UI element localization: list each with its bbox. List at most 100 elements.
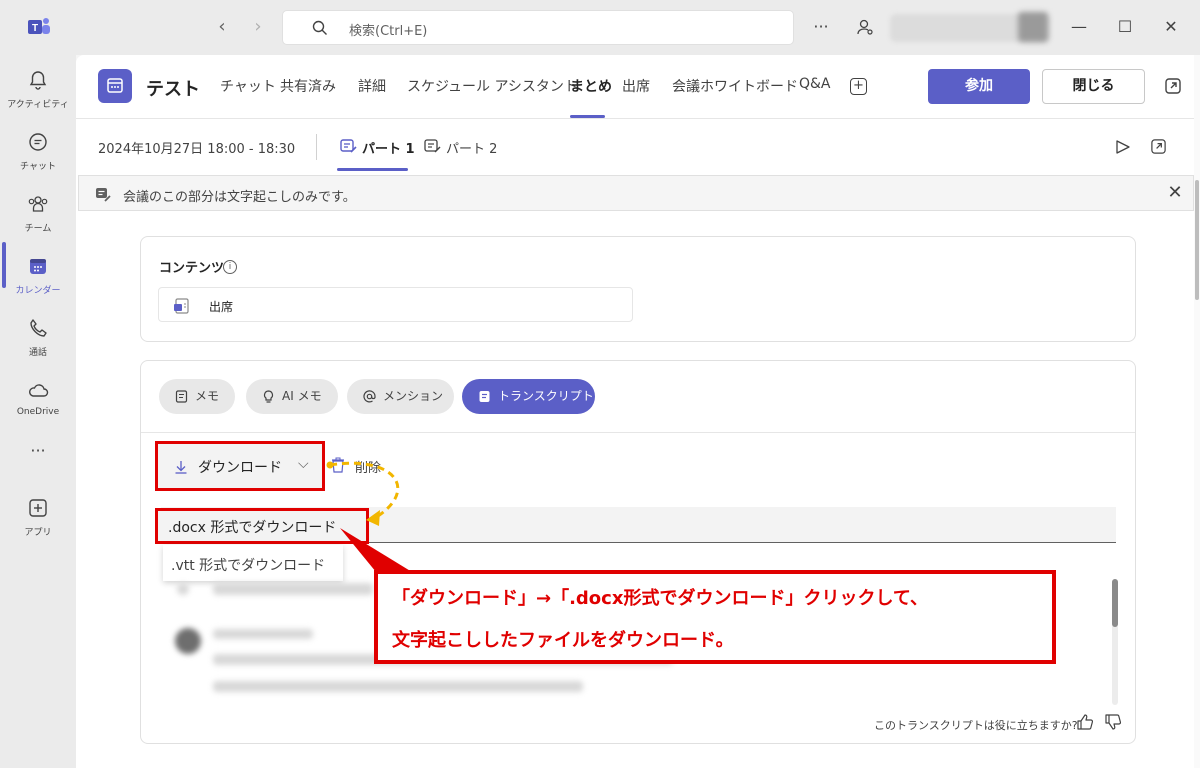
rail-item-label: アクティビティ: [7, 100, 69, 110]
rail-item-apps[interactable]: アプリ: [0, 489, 76, 549]
banner-text: 会議のこの部分は文字起こしのみです。: [123, 190, 356, 205]
chevron-down-icon: ⌵: [298, 456, 309, 472]
meeting-calendar-icon: [98, 69, 132, 103]
forward-arrow-icon[interactable]: ›: [246, 14, 270, 40]
info-icon[interactable]: i: [223, 260, 237, 274]
teams-icon: [28, 196, 48, 212]
divider: [316, 134, 317, 160]
avatar[interactable]: [1018, 12, 1048, 42]
download-icon: [175, 461, 187, 474]
transcription-only-banner: 会議のこの部分は文字起こしのみです。 ✕: [78, 175, 1194, 211]
contents-heading: コンテンツ: [159, 261, 225, 276]
tab-chat[interactable]: チャット: [220, 76, 276, 96]
rail-item-more[interactable]: ···: [0, 433, 76, 493]
open-external-icon[interactable]: [1150, 138, 1167, 155]
add-tab-button[interactable]: +: [850, 78, 867, 95]
trash-icon: [332, 457, 344, 473]
notes-pill[interactable]: メモ: [159, 379, 235, 414]
pill-label: メンション: [383, 389, 444, 403]
tab-whiteboard[interactable]: 会議ホワイトボード: [672, 76, 798, 96]
close-window-icon[interactable]: ✕: [1156, 12, 1186, 42]
download-label: ダウンロード: [198, 460, 282, 476]
tab-attendance[interactable]: 出席: [622, 76, 650, 96]
tab-scheduling-assistant[interactable]: スケジュール アシスタント: [407, 76, 578, 96]
pill-label: メモ: [195, 389, 220, 403]
more-icon: ···: [30, 441, 46, 460]
rail-item-activity[interactable]: アクティビティ: [0, 61, 76, 121]
blurred-transcript: [177, 583, 189, 595]
tab-shared[interactable]: 共有済み: [280, 76, 336, 96]
search-bar[interactable]: 検索(Ctrl+E): [282, 10, 794, 45]
at-sign-icon: [363, 390, 376, 403]
play-share-icon[interactable]: [1114, 138, 1132, 156]
close-button[interactable]: 閉じる: [1042, 69, 1145, 104]
rail-item-label: アプリ: [24, 528, 52, 538]
part-2-tab[interactable]: パート 2: [424, 138, 497, 157]
add-app-icon: [29, 499, 47, 517]
tab-recap[interactable]: まとめ: [570, 76, 612, 96]
part-1-tab[interactable]: パート 1: [340, 138, 415, 157]
phone-icon: [30, 319, 47, 337]
blurred-transcript: [213, 629, 313, 639]
blurred-avatar: [175, 628, 201, 654]
rail-item-onedrive[interactable]: OneDrive: [0, 371, 76, 431]
rail-item-label: カレンダー: [15, 286, 61, 296]
pill-label: トランスクリプト: [498, 389, 594, 403]
rail-item-label: 通話: [28, 348, 47, 358]
notes-icon: [175, 390, 188, 403]
instruction-callout: 「ダウンロード」→「.docx形式でダウンロード」クリックして、 文字起こしした…: [374, 570, 1056, 664]
page-scrollbar[interactable]: [1194, 55, 1200, 768]
blurred-transcript: [213, 681, 583, 692]
menu-item-label: .vtt 形式でダウンロード: [171, 558, 326, 574]
transcript-icon: [479, 391, 490, 402]
search-icon: [312, 20, 327, 35]
transcript-edit-icon: [340, 139, 357, 153]
back-arrow-icon[interactable]: ‹: [210, 14, 234, 40]
download-vtt-menu-item[interactable]: .vtt 形式でダウンロード: [163, 545, 343, 581]
more-options-icon[interactable]: ···: [808, 14, 834, 40]
transcript-scrollbar-thumb[interactable]: [1112, 579, 1118, 627]
rail-item-teams[interactable]: チーム: [0, 185, 76, 245]
teams-logo-icon: T: [28, 18, 50, 34]
feedback-prompt: このトランスクリプトは役に立ちますか?: [874, 719, 1078, 732]
thumbs-down-icon[interactable]: [1104, 713, 1122, 731]
download-button[interactable]: ダウンロード ⌵: [155, 441, 325, 491]
tab-details[interactable]: 詳細: [358, 76, 386, 96]
meeting-subheader: 2024年10月27日 18:00 - 18:30 パート 1 パート 2: [76, 120, 1194, 174]
rail-item-label: チャット: [20, 162, 56, 172]
minimize-icon[interactable]: —: [1064, 12, 1094, 42]
attendance-label: 出席: [209, 300, 234, 314]
maximize-icon[interactable]: ☐: [1110, 12, 1140, 42]
menu-item-label: .docx 形式でダウンロード: [168, 520, 337, 536]
thumbs-up-icon[interactable]: [1076, 713, 1094, 731]
tab-active-indicator: [570, 115, 605, 118]
transcript-edit-icon: [424, 139, 441, 153]
people-settings-icon[interactable]: [852, 14, 878, 40]
rail-item-calendar[interactable]: カレンダー: [0, 247, 76, 307]
chat-icon: [29, 133, 47, 151]
rail-item-chat[interactable]: チャット: [0, 123, 76, 183]
recap-card: メモ AI メモ メンション トランスクリプト ダウンロード ⌵ 削除 .doc…: [140, 360, 1136, 744]
meeting-title: テスト: [146, 79, 200, 100]
calendar-icon: [30, 259, 46, 274]
cloud-icon: [29, 384, 49, 397]
rail-item-calls[interactable]: 通話: [0, 309, 76, 369]
join-button[interactable]: 参加: [928, 69, 1030, 104]
bell-icon: [29, 71, 47, 90]
tab-qa[interactable]: Q&A: [799, 76, 831, 92]
contents-card: コンテンツ i 出席: [140, 236, 1136, 342]
close-banner-icon[interactable]: ✕: [1164, 182, 1186, 204]
mentions-pill[interactable]: メンション: [347, 379, 454, 414]
pill-label: AI メモ: [282, 389, 322, 403]
download-docx-menu-item[interactable]: .docx 形式でダウンロード: [155, 508, 369, 544]
page-scrollbar-thumb[interactable]: [1195, 180, 1199, 300]
ai-notes-pill[interactable]: AI メモ: [246, 379, 338, 414]
transcript-icon: [96, 188, 111, 202]
app-rail: アクティビティ チャット チーム カレンダー 通話 OneDrive ··· ア…: [0, 55, 76, 768]
transcript-pill[interactable]: トランスクリプト: [462, 379, 595, 414]
attendance-file[interactable]: 出席: [158, 287, 633, 322]
part-label: パート 1: [362, 142, 415, 157]
callout-line-1: 「ダウンロード」→「.docx形式でダウンロード」クリックして、: [392, 588, 929, 609]
popout-icon[interactable]: [1164, 77, 1182, 95]
search-placeholder: 検索(Ctrl+E): [349, 24, 428, 39]
